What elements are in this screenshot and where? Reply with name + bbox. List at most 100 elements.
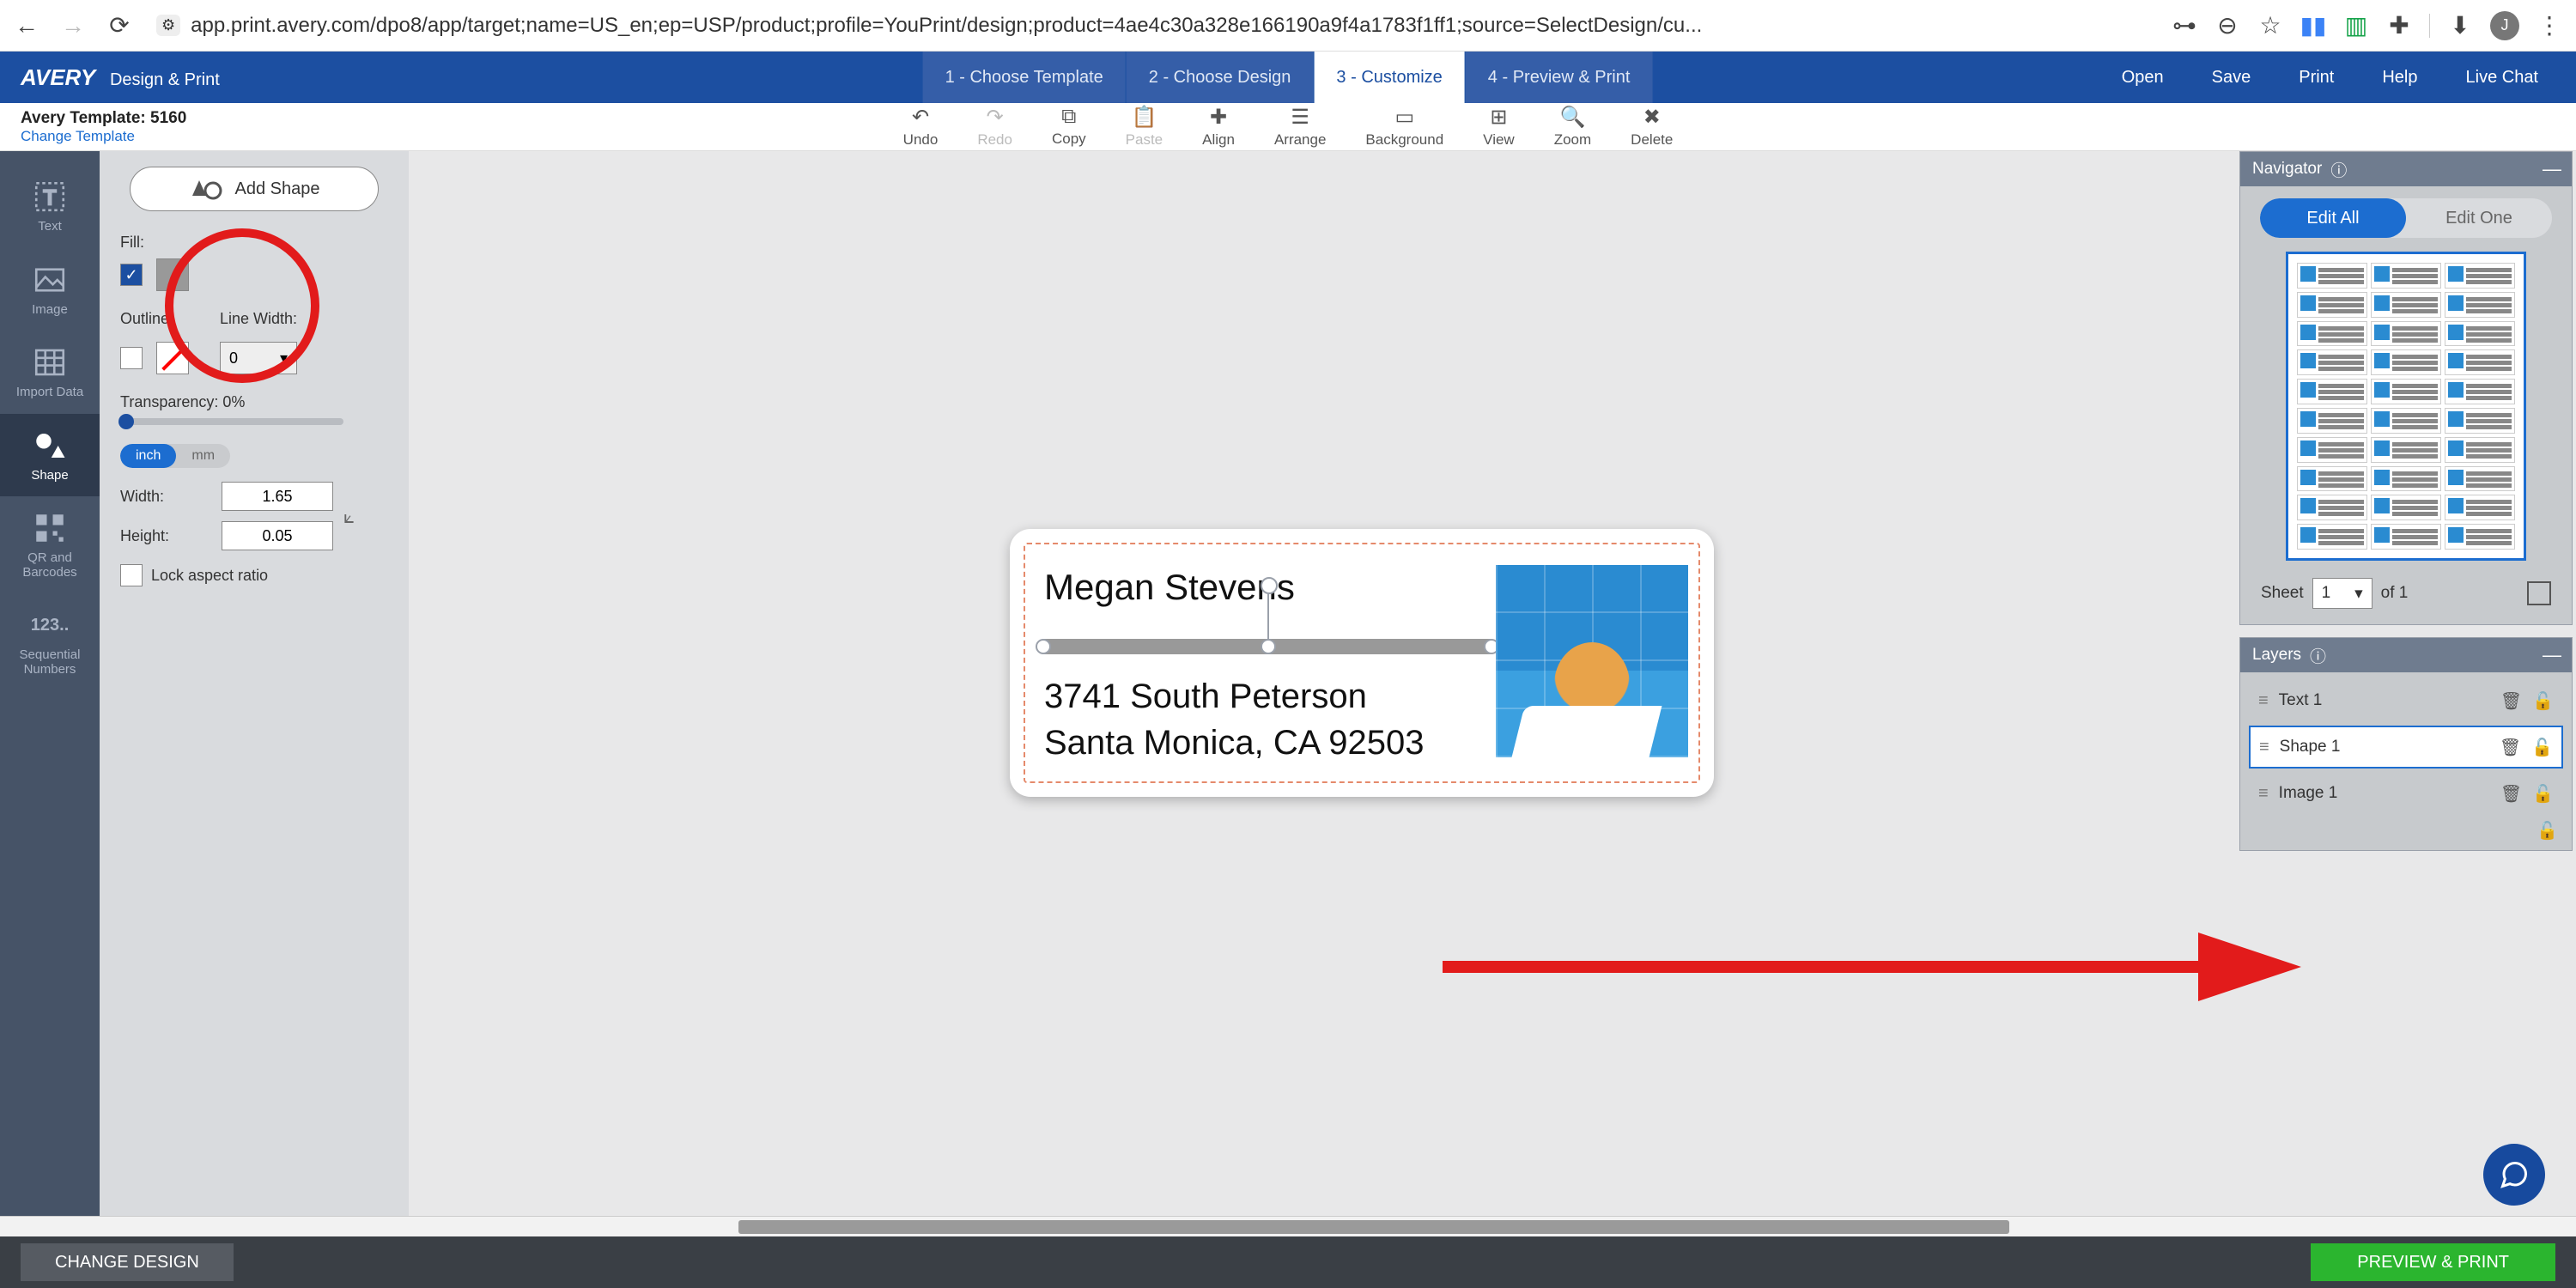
- open-link[interactable]: Open: [2122, 68, 2164, 88]
- lock-icon[interactable]: 🔓: [2532, 783, 2554, 805]
- password-key-icon[interactable]: ⊶: [2172, 13, 2197, 39]
- rail-qr-barcodes[interactable]: QR and Barcodes: [0, 496, 100, 593]
- tool-zoom[interactable]: 🔍Zoom: [1554, 105, 1591, 149]
- chat-fab[interactable]: [2483, 1144, 2545, 1206]
- rail-text[interactable]: TText: [0, 165, 100, 248]
- table-icon: [32, 344, 68, 380]
- design-canvas[interactable]: Megan Stevens 3741 South PetersonSanta M…: [409, 151, 2239, 1236]
- url-bar[interactable]: ⚙ app.print.avery.com/dpo8/app/target;na…: [146, 14, 2158, 38]
- app-header: AVERY Design & Print 1 - Choose Template…: [0, 52, 2576, 103]
- nav-back-icon[interactable]: ←: [14, 13, 39, 39]
- chrome-menu-icon[interactable]: ⋮: [2537, 13, 2562, 39]
- resize-handle-left[interactable]: [1036, 639, 1051, 654]
- horizontal-scrollbar[interactable]: [0, 1216, 2576, 1236]
- tool-view[interactable]: ⊞View: [1483, 105, 1515, 149]
- width-input[interactable]: [222, 482, 333, 511]
- trash-icon[interactable]: 🗑: [2500, 690, 2522, 712]
- tool-align[interactable]: ✚Align: [1202, 105, 1235, 149]
- add-sheet-button[interactable]: [2527, 581, 2551, 605]
- fill-checkbox[interactable]: ✓: [120, 264, 143, 286]
- browser-toolbar: ← → ⟳ ⚙ app.print.avery.com/dpo8/app/tar…: [0, 0, 2576, 52]
- outline-checkbox[interactable]: [120, 347, 143, 369]
- tool-copy[interactable]: ⧉Copy: [1052, 105, 1086, 149]
- lock-icon[interactable]: 🔓: [2532, 690, 2554, 712]
- image-icon: [32, 262, 68, 298]
- lock-icon[interactable]: 🔓: [2537, 820, 2558, 841]
- change-template-link[interactable]: Change Template: [21, 128, 186, 145]
- transparency-slider[interactable]: [120, 418, 343, 425]
- main-area: TText Image Import Data Shape QR and Bar…: [0, 151, 2576, 1236]
- label-address-text[interactable]: 3741 South PetersonSanta Monica, CA 9250…: [1044, 673, 1425, 766]
- zoom-out-icon[interactable]: ⊖: [2215, 13, 2240, 39]
- add-shape-icon: [189, 177, 223, 201]
- line-width-select[interactable]: 0▾: [220, 342, 297, 374]
- resize-handle-middle[interactable]: [1261, 639, 1276, 654]
- step-choose-design[interactable]: 2 - Choose Design: [1127, 52, 1315, 103]
- link-dimensions-icon[interactable]: ⟀: [343, 506, 355, 528]
- trash-icon[interactable]: 🗑: [2500, 737, 2521, 758]
- label-name-text[interactable]: Megan Stevens: [1044, 567, 1295, 608]
- grip-icon[interactable]: ≡: [2258, 784, 2269, 804]
- rotation-handle[interactable]: [1261, 577, 1278, 594]
- lock-icon[interactable]: 🔓: [2531, 737, 2553, 758]
- grip-icon[interactable]: ≡: [2258, 691, 2269, 711]
- outline-color-swatch[interactable]: [156, 342, 189, 374]
- height-input[interactable]: [222, 521, 333, 550]
- extension-icon[interactable]: ▮▮: [2300, 13, 2326, 39]
- grip-icon[interactable]: ≡: [2259, 738, 2269, 757]
- slider-thumb[interactable]: [118, 414, 134, 429]
- label-preview[interactable]: Megan Stevens 3741 South PetersonSanta M…: [1010, 529, 1714, 797]
- rail-shape[interactable]: Shape: [0, 414, 100, 497]
- label-image[interactable]: [1496, 565, 1688, 757]
- rail-import-data[interactable]: Import Data: [0, 331, 100, 414]
- unit-inch[interactable]: inch: [120, 444, 176, 468]
- lock-aspect-checkbox[interactable]: [120, 564, 143, 586]
- footer-bar: CHANGE DESIGN PREVIEW & PRINT: [0, 1236, 2576, 1288]
- navigator-header[interactable]: Navigatorⓘ—: [2240, 152, 2572, 186]
- change-design-button[interactable]: CHANGE DESIGN: [21, 1243, 234, 1281]
- step-choose-template[interactable]: 1 - Choose Template: [923, 52, 1127, 103]
- sheet-select[interactable]: 1▾: [2312, 578, 2372, 609]
- tool-delete[interactable]: ✖Delete: [1631, 105, 1673, 149]
- download-icon[interactable]: ⬇: [2447, 13, 2473, 39]
- tool-background[interactable]: ▭Background: [1365, 105, 1443, 149]
- trash-icon[interactable]: 🗑: [2500, 783, 2522, 805]
- print-link[interactable]: Print: [2299, 68, 2334, 88]
- layer-text-1[interactable]: ≡Text 1🗑🔓: [2249, 679, 2563, 722]
- add-shape-button[interactable]: Add Shape: [130, 167, 379, 211]
- edit-one-button[interactable]: Edit One: [2406, 198, 2552, 238]
- minimize-icon[interactable]: —: [2543, 158, 2561, 180]
- tool-undo[interactable]: ↶Undo: [903, 105, 939, 149]
- info-icon[interactable]: ⓘ: [2330, 158, 2347, 181]
- extensions-puzzle-icon[interactable]: ✚: [2386, 13, 2412, 39]
- scrollbar-thumb[interactable]: [738, 1220, 2009, 1234]
- rail-image[interactable]: Image: [0, 248, 100, 331]
- live-chat-link[interactable]: Live Chat: [2466, 68, 2539, 88]
- edit-all-button[interactable]: Edit All: [2260, 198, 2406, 238]
- site-settings-icon[interactable]: ⚙: [156, 15, 180, 36]
- unit-mm[interactable]: mm: [176, 444, 230, 468]
- layer-image-1[interactable]: ≡Image 1🗑🔓: [2249, 772, 2563, 815]
- nav-reload-icon[interactable]: ⟳: [106, 13, 132, 39]
- tool-arrange[interactable]: ☰Arrange: [1274, 105, 1326, 149]
- step-preview-print[interactable]: 4 - Preview & Print: [1466, 52, 1654, 103]
- profile-avatar[interactable]: J: [2490, 11, 2519, 40]
- avery-logo[interactable]: AVERY Design & Print: [0, 64, 220, 91]
- help-link[interactable]: Help: [2382, 68, 2417, 88]
- layers-header[interactable]: Layersⓘ—: [2240, 638, 2572, 672]
- shape-icon: [32, 428, 68, 464]
- info-icon[interactable]: ⓘ: [2310, 644, 2326, 667]
- sheet-preview[interactable]: [2286, 252, 2526, 561]
- rail-sequential-numbers[interactable]: 123..Sequential Numbers: [0, 593, 100, 690]
- minimize-icon[interactable]: —: [2543, 644, 2561, 666]
- bookmark-star-icon[interactable]: ☆: [2257, 13, 2283, 39]
- nav-forward-icon[interactable]: →: [60, 13, 86, 39]
- fill-color-swatch[interactable]: [156, 258, 189, 291]
- edit-mode-toggle[interactable]: Edit All Edit One: [2260, 198, 2552, 238]
- step-customize[interactable]: 3 - Customize: [1314, 52, 1465, 103]
- layer-shape-1[interactable]: ≡Shape 1🗑🔓: [2249, 726, 2563, 769]
- unit-toggle[interactable]: inch mm: [120, 444, 230, 468]
- save-link[interactable]: Save: [2212, 68, 2251, 88]
- extension-icon[interactable]: ▥: [2343, 13, 2369, 39]
- preview-print-button[interactable]: PREVIEW & PRINT: [2311, 1243, 2555, 1281]
